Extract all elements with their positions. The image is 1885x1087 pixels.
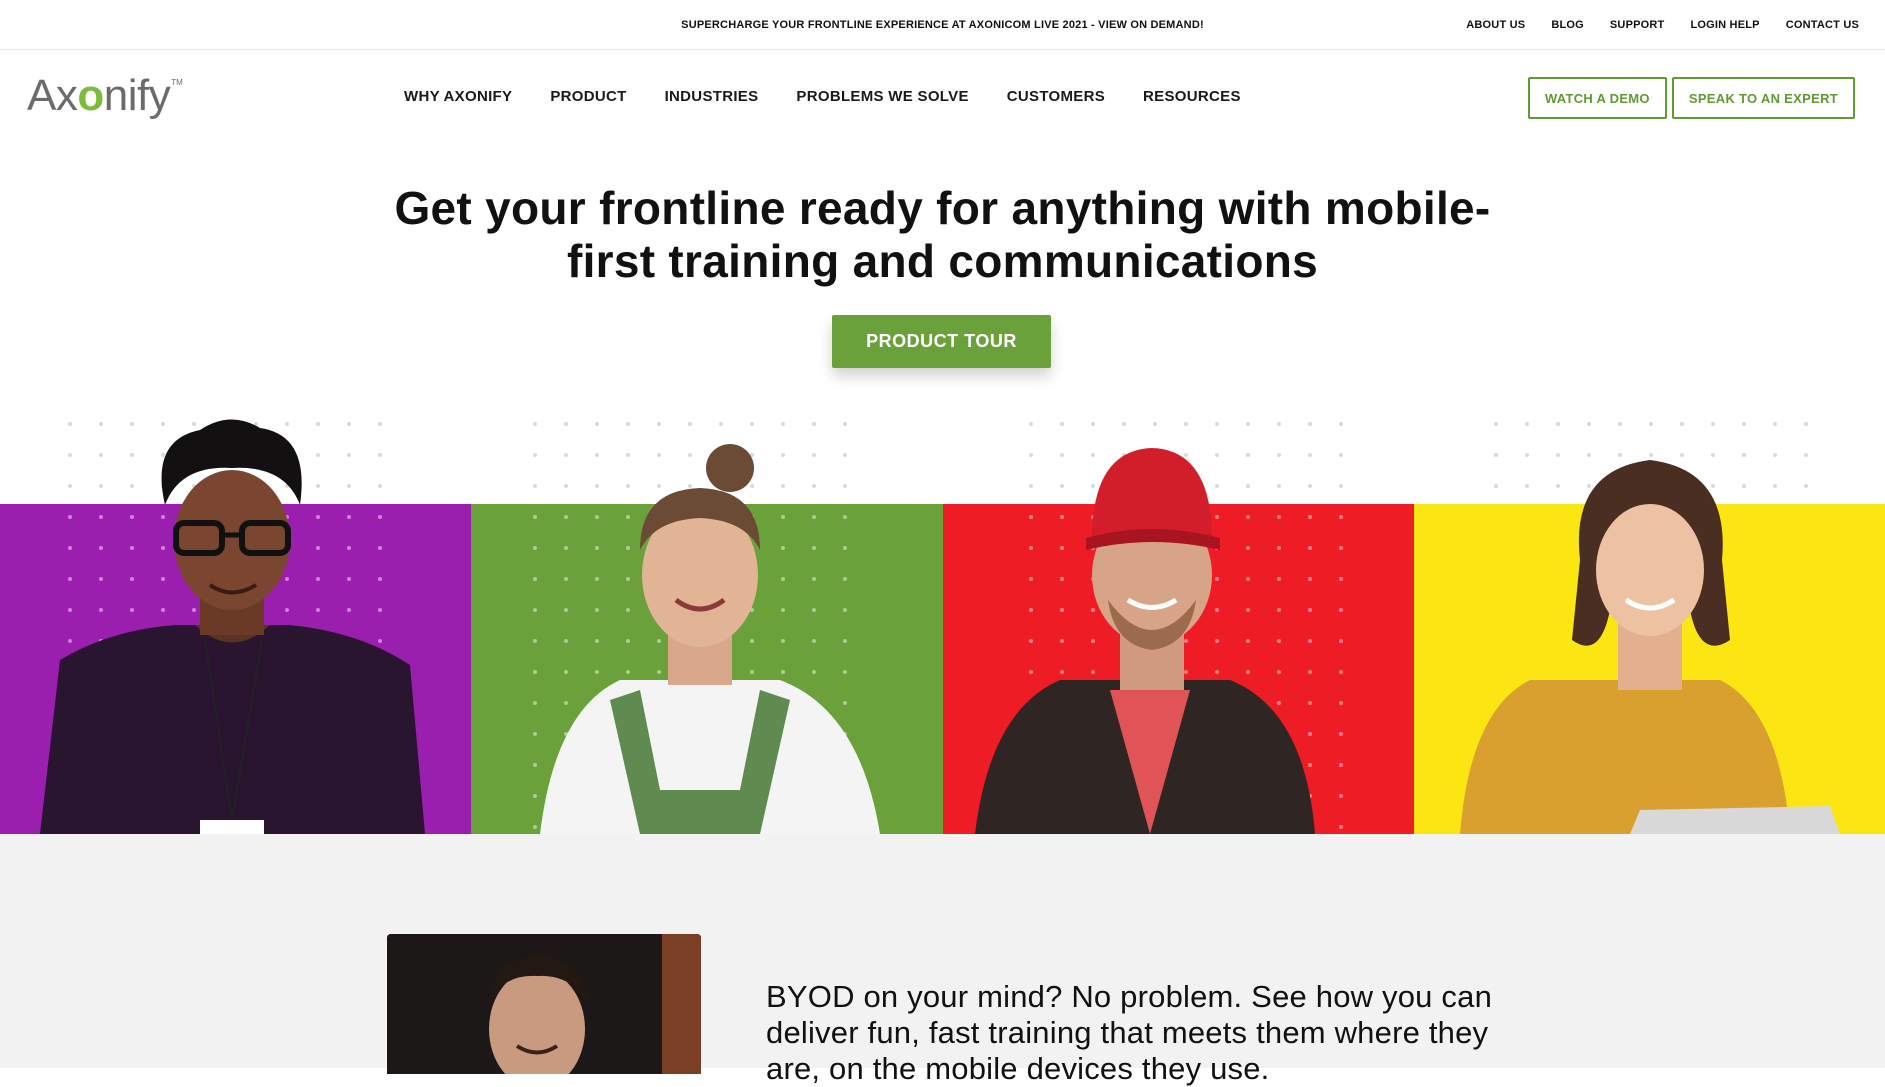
link-login-help[interactable]: LOGIN HELP: [1690, 19, 1759, 31]
logo-text-before: Ax: [27, 71, 78, 120]
byod-section: BYOD on your mind? No problem. See how y…: [0, 834, 1885, 1086]
nav-industries[interactable]: INDUSTRIES: [665, 88, 759, 105]
nav-resources[interactable]: RESOURCES: [1143, 88, 1241, 105]
hero-headline-bold: Get your frontline ready for anything: [394, 182, 1206, 234]
link-contact-us[interactable]: CONTACT US: [1786, 19, 1859, 31]
video-thumbnail-art: [387, 934, 701, 1074]
product-tour-button[interactable]: PRODUCT TOUR: [832, 315, 1051, 368]
utility-bar: SUPERCHARGE YOUR FRONTLINE EXPERIENCE AT…: [0, 0, 1885, 50]
nav-problems-we-solve[interactable]: PROBLEMS WE SOLVE: [796, 88, 968, 105]
logo-wordmark: Axonify: [27, 71, 171, 120]
nav-product[interactable]: PRODUCT: [550, 88, 626, 105]
logo-text-after: nify: [103, 71, 171, 120]
nav-customers[interactable]: CUSTOMERS: [1007, 88, 1105, 105]
link-blog[interactable]: BLOG: [1551, 19, 1584, 31]
utility-links: ABOUT US BLOG SUPPORT LOGIN HELP CONTACT…: [1466, 19, 1859, 31]
byod-text: BYOD on your mind? No problem. See how y…: [766, 979, 1493, 1086]
speak-to-expert-button[interactable]: SPEAK TO AN EXPERT: [1671, 77, 1855, 119]
link-support[interactable]: SUPPORT: [1610, 19, 1665, 31]
link-about-us[interactable]: ABOUT US: [1466, 19, 1525, 31]
thumb-door-frame: [662, 934, 701, 1074]
byod-video-thumbnail[interactable]: [387, 934, 701, 1074]
promo-link[interactable]: SUPERCHARGE YOUR FRONTLINE EXPERIENCE AT…: [681, 19, 1204, 31]
header-cta-group: WATCH A DEMO SPEAK TO AN EXPERT: [1527, 77, 1855, 119]
watch-demo-button[interactable]: WATCH A DEMO: [1527, 77, 1667, 119]
main-nav: Axonify TM WHY AXONIFY PRODUCT INDUSTRIE…: [0, 50, 1885, 144]
hero-headline: Get your frontline ready for anything wi…: [380, 182, 1505, 288]
primary-nav-links: WHY AXONIFY PRODUCT INDUSTRIES PROBLEMS …: [404, 88, 1241, 105]
nav-why-axonify[interactable]: WHY AXONIFY: [404, 88, 512, 105]
hero-image-strip: [0, 410, 1885, 834]
logo-o: o: [77, 71, 104, 120]
logo-trademark: TM: [171, 78, 183, 87]
hero-image-art: [0, 410, 1885, 834]
axonify-logo[interactable]: Axonify TM: [27, 72, 183, 120]
